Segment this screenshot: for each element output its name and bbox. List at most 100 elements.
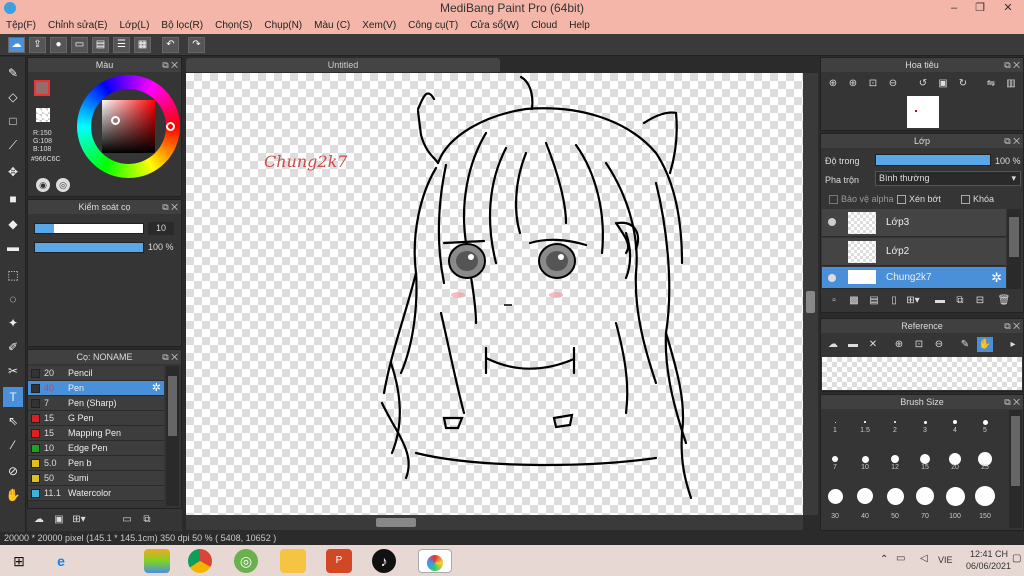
- nav-rotate-right-icon[interactable]: ↻: [955, 76, 971, 91]
- brush-size-cell[interactable]: 7: [821, 448, 849, 483]
- brush-size-cell[interactable]: 12: [881, 448, 909, 483]
- notification-icon[interactable]: ▢: [1012, 553, 1021, 564]
- nav-fit-icon[interactable]: ⊡: [865, 76, 881, 91]
- select-rect-icon[interactable]: ⬚: [3, 265, 23, 285]
- menu-window[interactable]: Cửa sổ(W): [464, 17, 525, 34]
- hand-tool-icon[interactable]: ✋: [3, 485, 23, 505]
- eye-icon[interactable]: [828, 274, 836, 282]
- comment-icon[interactable]: ▭: [71, 37, 88, 53]
- powerpoint-icon[interactable]: P: [326, 549, 352, 573]
- brush-scrollbar[interactable]: [166, 366, 179, 506]
- tray-up-icon[interactable]: ⌃: [880, 554, 888, 565]
- lock-checkbox[interactable]: [961, 195, 970, 204]
- menu-layer[interactable]: Lớp(L): [114, 17, 156, 34]
- chrome-icon[interactable]: [188, 549, 212, 573]
- menu-help[interactable]: Help: [563, 17, 596, 34]
- nav-actual-size-icon[interactable]: ▣: [935, 76, 951, 91]
- menu-snap[interactable]: Chụp(N): [258, 17, 308, 34]
- menu-color[interactable]: Màu (C): [308, 17, 356, 34]
- eyedropper-icon[interactable]: ⊘: [3, 461, 23, 481]
- layer-row-selected[interactable]: Chung2k7 ✲: [822, 267, 1006, 289]
- nav-zoom-reset-icon[interactable]: ⊕: [825, 76, 841, 91]
- cloud-icon[interactable]: ☁: [8, 37, 25, 53]
- nav-zoom-in-icon[interactable]: ⊕: [845, 76, 861, 91]
- protect-alpha-checkbox[interactable]: [829, 195, 838, 204]
- ie-icon[interactable]: e: [48, 549, 74, 573]
- panel-close-icon[interactable]: ⧉ ✕: [162, 200, 178, 214]
- brush-size-cell[interactable]: 70: [911, 485, 939, 520]
- brush-size-slider[interactable]: [34, 223, 144, 234]
- brush-item[interactable]: 5.0 Pen b: [28, 456, 164, 471]
- eye-icon[interactable]: [828, 218, 836, 226]
- select-pen-icon[interactable]: ✐: [3, 337, 23, 357]
- ref-cloud-icon[interactable]: ☁: [825, 337, 841, 352]
- ref-hand-icon[interactable]: ✋: [977, 337, 993, 352]
- brush-opacity-slider[interactable]: [34, 242, 144, 253]
- operation-tool-icon[interactable]: ⇖: [3, 411, 23, 431]
- brush-item[interactable]: 10 Edge Pen: [28, 441, 164, 456]
- color-saturation-square[interactable]: [102, 100, 155, 153]
- gear-icon[interactable]: ✲: [991, 270, 1002, 286]
- undo-icon[interactable]: ↶: [162, 37, 179, 53]
- redo-icon[interactable]: ↷: [188, 37, 205, 53]
- delete-layer-icon[interactable]: 🗑: [996, 293, 1012, 308]
- brush-size-cell[interactable]: 40: [851, 485, 879, 520]
- tab-untitled[interactable]: Untitled: [186, 58, 500, 72]
- tiktok-icon[interactable]: ♪: [372, 549, 396, 573]
- select-eraser-icon[interactable]: ✂: [3, 361, 23, 381]
- brush-size-cell[interactable]: 50: [881, 485, 909, 520]
- brush-item-selected[interactable]: 40 Pen ✲: [28, 381, 164, 396]
- layer-row[interactable]: Lớp3: [822, 209, 1006, 237]
- layer-blend-select[interactable]: Bình thường ▾: [875, 171, 1021, 186]
- layer-merge-icon[interactable]: ⊟: [972, 293, 988, 308]
- brush-add-icon[interactable]: ⊞▾: [71, 512, 87, 527]
- brush-tool-icon[interactable]: ✎: [3, 63, 23, 83]
- brush-size-cell[interactable]: 10: [851, 448, 879, 483]
- layer-scrollbar[interactable]: [1007, 209, 1021, 289]
- brush-item[interactable]: 50 Sumi: [28, 471, 164, 486]
- minimize-button[interactable]: –: [940, 0, 968, 17]
- brush-size-cell[interactable]: 25: [971, 448, 999, 483]
- lasso-icon[interactable]: ◌: [3, 289, 23, 309]
- panel-close-icon[interactable]: ⧉ ✕: [162, 350, 178, 364]
- brush-copy-icon[interactable]: ⧉: [139, 512, 155, 527]
- maximize-button[interactable]: ❐: [966, 0, 994, 17]
- brush-size-cell[interactable]: 20: [941, 448, 969, 483]
- ref-eyedropper-icon[interactable]: ✎: [957, 337, 973, 352]
- brush-open-icon[interactable]: ▭: [119, 512, 135, 527]
- clock-date[interactable]: 06/06/2021: [966, 561, 1011, 571]
- layer-copy-icon[interactable]: ⧉: [952, 293, 968, 308]
- canvas-horizontal-scrollbar[interactable]: [186, 515, 803, 530]
- windows-start-icon[interactable]: ⊞: [6, 549, 32, 573]
- fill-rect-tool-icon[interactable]: ■: [3, 189, 23, 209]
- primary-color-swatch[interactable]: [34, 80, 50, 96]
- grid-icon[interactable]: ▦: [134, 37, 151, 53]
- menu-cloud[interactable]: Cloud: [525, 17, 563, 34]
- palette-icon[interactable]: ◉: [36, 178, 50, 192]
- layer-opacity-slider[interactable]: [875, 154, 991, 166]
- magic-wand-icon[interactable]: ✦: [3, 313, 23, 333]
- drawing-canvas[interactable]: Chung2k7: [186, 73, 803, 515]
- dot-tool-icon[interactable]: ⟋: [3, 135, 23, 155]
- clock-time[interactable]: 12:41 CH: [970, 549, 1008, 559]
- ref-zoom-out-icon[interactable]: ⊖: [931, 337, 947, 352]
- bucket-tool-icon[interactable]: ◆: [3, 214, 23, 234]
- brush-cloud-icon[interactable]: ☁: [31, 512, 47, 527]
- close-button[interactable]: ✕: [994, 0, 1022, 17]
- nav-flip-icon[interactable]: ⇋: [983, 76, 999, 91]
- volume-icon[interactable]: ◁: [920, 553, 928, 564]
- brush-size-cell[interactable]: 15: [911, 448, 939, 483]
- medibang-taskbar-icon[interactable]: [418, 549, 452, 573]
- brush-size-cell[interactable]: 5: [971, 411, 999, 446]
- new-layer-icon[interactable]: ▫: [826, 293, 842, 308]
- divide-tool-icon[interactable]: ⁄: [3, 435, 23, 455]
- gear-icon[interactable]: ✲: [152, 381, 161, 395]
- gradient-tool-icon[interactable]: ▬: [3, 237, 23, 257]
- brush-item[interactable]: 20 Pencil: [28, 366, 164, 381]
- nav-reset-icon[interactable]: ▥: [1003, 76, 1019, 91]
- panel-close-icon[interactable]: ⧉ ✕: [1004, 319, 1020, 333]
- upload-icon[interactable]: ⇪: [29, 37, 46, 53]
- brush-size-cell[interactable]: 3: [911, 411, 939, 446]
- brush-size-cell[interactable]: 100: [941, 485, 969, 520]
- palette-add-icon[interactable]: ◎: [56, 178, 70, 192]
